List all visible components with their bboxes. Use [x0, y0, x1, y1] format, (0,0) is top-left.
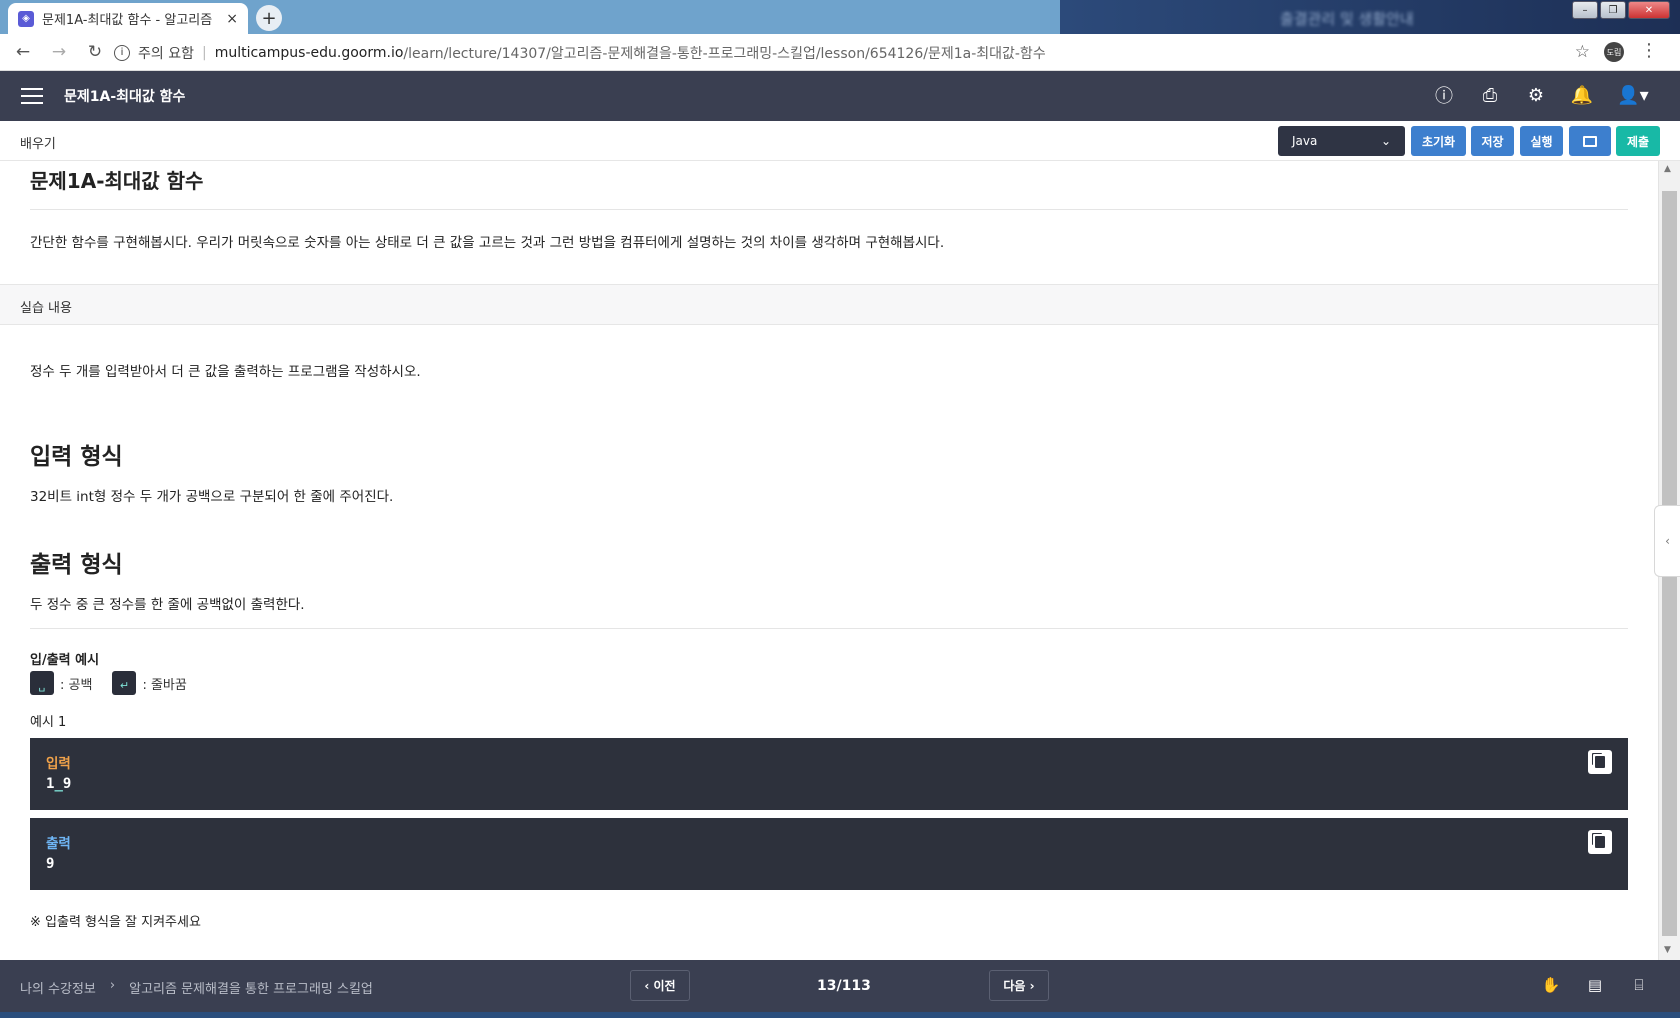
section-band: 실습 내용 [0, 284, 1658, 325]
window-controls: – ❐ ✕ [1572, 1, 1670, 19]
io-example-label: 입/출력 예시 [30, 653, 100, 668]
footer-icons: ✋ ▤ ⌸ [1540, 974, 1650, 996]
browser-tab-strip: 출결관리 및 생활안내 ◈ 문제1A-최대값 함수 - 알고리즘 × + – ❐… [0, 0, 1680, 34]
divider [30, 209, 1628, 210]
address-bar: ← → ↻ i 주의 요함 | multicampus-edu.goorm.io… [0, 34, 1680, 71]
task-description: 정수 두 개를 입력받아서 더 큰 값을 출력하는 프로그램을 작성하시오. [30, 364, 421, 380]
bottom-bar: 나의 수강정보 › 알고리즘 문제해결을 통한 프로그래밍 스킬업 ‹ 이전 1… [0, 960, 1680, 1012]
close-tab-icon[interactable]: × [226, 11, 238, 27]
tab-title: 문제1A-최대값 함수 - 알고리즘 [42, 13, 213, 28]
input-value: 1_9 [46, 776, 72, 792]
legend: ␣ : 공백 ↵ : 줄바꿈 [30, 671, 187, 695]
settings-gear-icon[interactable]: ⚙ [1524, 83, 1548, 107]
run-button[interactable]: 실행 [1520, 126, 1563, 156]
app-title: 문제1A-최대값 함수 [64, 89, 186, 105]
back-icon[interactable]: ← [10, 42, 36, 62]
reload-icon[interactable]: ↻ [82, 42, 108, 62]
save-button[interactable]: 저장 [1471, 126, 1514, 156]
forward-icon[interactable]: → [46, 42, 72, 62]
notification-bell-icon[interactable]: 🔔 [1570, 83, 1594, 107]
raise-hand-icon[interactable]: ✋ [1540, 974, 1562, 996]
editor-toolbar: 배우기 Java ⌄ 초기화 저장 실행 제출 [0, 121, 1680, 161]
language-select[interactable]: Java ⌄ [1278, 126, 1405, 156]
scroll-down-icon[interactable]: ▼ [1664, 945, 1671, 955]
panel-collapse-tab[interactable]: ‹ [1654, 505, 1680, 577]
example-input-box: 입력 1_9 [30, 738, 1628, 810]
url-path: /learn/lecture/14307/알고리즘-문제해결을-통한-프로그래밍… [403, 45, 1046, 62]
submit-button[interactable]: 제출 [1616, 126, 1660, 156]
problem-intro: 간단한 함수를 구현해봅시다. 우리가 머릿속으로 숫자를 아는 상태로 더 큰… [30, 235, 945, 251]
print-icon[interactable]: ⎙ [1478, 83, 1502, 107]
bookmark-star-icon[interactable]: ☆ [1575, 42, 1590, 62]
header-icons: ⓘ ⎙ ⚙ 🔔 👤▾ [1432, 83, 1650, 108]
panel-icon [1583, 135, 1597, 147]
info-circle-icon[interactable]: ⓘ [1432, 83, 1456, 107]
format-note: ※ 입출력 형식을 잘 지켜주세요 [30, 915, 201, 930]
browser-tab[interactable]: ◈ 문제1A-최대값 함수 - 알고리즘 × [8, 3, 248, 34]
breadcrumb-course[interactable]: 알고리즘 문제해결을 통한 프로그래밍 스킬업 [129, 978, 373, 997]
breadcrumb-separator: › [109, 978, 116, 993]
window-close-icon[interactable]: ✕ [1628, 1, 1670, 19]
output-label: 출력 [46, 836, 71, 852]
reset-button[interactable]: 초기화 [1411, 126, 1466, 156]
security-label: 주의 요함 [138, 45, 194, 62]
os-taskbar [0, 1012, 1680, 1018]
newline-key-icon: ↵ [112, 671, 137, 695]
app-header: 문제1A-최대값 함수 ⓘ ⎙ ⚙ 🔔 👤▾ [0, 71, 1680, 121]
prev-button[interactable]: ‹ 이전 [630, 970, 690, 1001]
chevron-down-icon: ⌄ [1380, 134, 1391, 148]
space-key-icon: ␣ [30, 671, 54, 695]
divider [30, 628, 1628, 629]
user-account-icon[interactable]: 👤▾ [1616, 83, 1650, 107]
maximize-icon[interactable]: ❐ [1600, 1, 1626, 19]
legend-space: : 공백 [60, 677, 93, 693]
copy-icon[interactable] [1588, 830, 1612, 854]
input-format-desc: 32비트 int형 정수 두 개가 공백으로 구분되어 한 줄에 주어진다. [30, 489, 394, 505]
browser-menu-icon[interactable]: ⋮ [1640, 40, 1658, 61]
desktop-text: 출결관리 및 생활안내 [1280, 10, 1414, 28]
info-icon[interactable]: i [114, 44, 130, 61]
goorm-favicon-icon: ◈ [18, 10, 34, 27]
chevron-left-icon: ‹ [1665, 534, 1670, 548]
url-separator: | [201, 44, 207, 61]
output-format-heading: 출력 형식 [30, 552, 123, 578]
next-button[interactable]: 다음 › [989, 970, 1049, 1001]
output-value: 9 [46, 856, 55, 872]
chat-icon[interactable]: ▤ [1584, 974, 1606, 996]
scroll-up-icon[interactable]: ▲ [1664, 164, 1671, 174]
problem-title: 문제1A-최대값 함수 [30, 169, 204, 193]
page-indicator: 13/113 [817, 978, 871, 994]
example-label: 예시 1 [30, 715, 67, 730]
minimize-icon[interactable]: – [1572, 1, 1598, 19]
input-label: 입력 [46, 756, 71, 772]
new-tab-button[interactable]: + [256, 5, 282, 31]
language-value: Java [1292, 134, 1318, 148]
copy-icon[interactable] [1588, 750, 1612, 774]
profile-avatar[interactable]: 도림 [1604, 42, 1624, 62]
output-format-desc: 두 정수 중 큰 정수를 한 줄에 공백없이 출력한다. [30, 597, 305, 613]
hamburger-menu-icon[interactable] [21, 88, 43, 104]
learn-tab-label[interactable]: 배우기 [20, 133, 56, 152]
url-field[interactable]: i 주의 요함 | multicampus-edu.goorm.io /lear… [114, 38, 1584, 67]
input-format-heading: 입력 형식 [30, 444, 123, 470]
translate-icon[interactable]: ⌸ [1628, 974, 1650, 996]
section-label: 실습 내용 [20, 301, 72, 316]
legend-newline: : 줄바꿈 [142, 677, 187, 693]
breadcrumb: 나의 수강정보 › 알고리즘 문제해결을 통한 프로그래밍 스킬업 [20, 978, 373, 997]
lesson-content: 문제1A-최대값 함수 간단한 함수를 구현해봅시다. 우리가 머릿속으로 숫자… [0, 161, 1658, 960]
example-output-box: 출력 9 [30, 818, 1628, 890]
url-domain: multicampus-edu.goorm.io [214, 44, 404, 61]
breadcrumb-my-course[interactable]: 나의 수강정보 [20, 978, 96, 997]
layout-toggle-button[interactable] [1569, 126, 1611, 156]
